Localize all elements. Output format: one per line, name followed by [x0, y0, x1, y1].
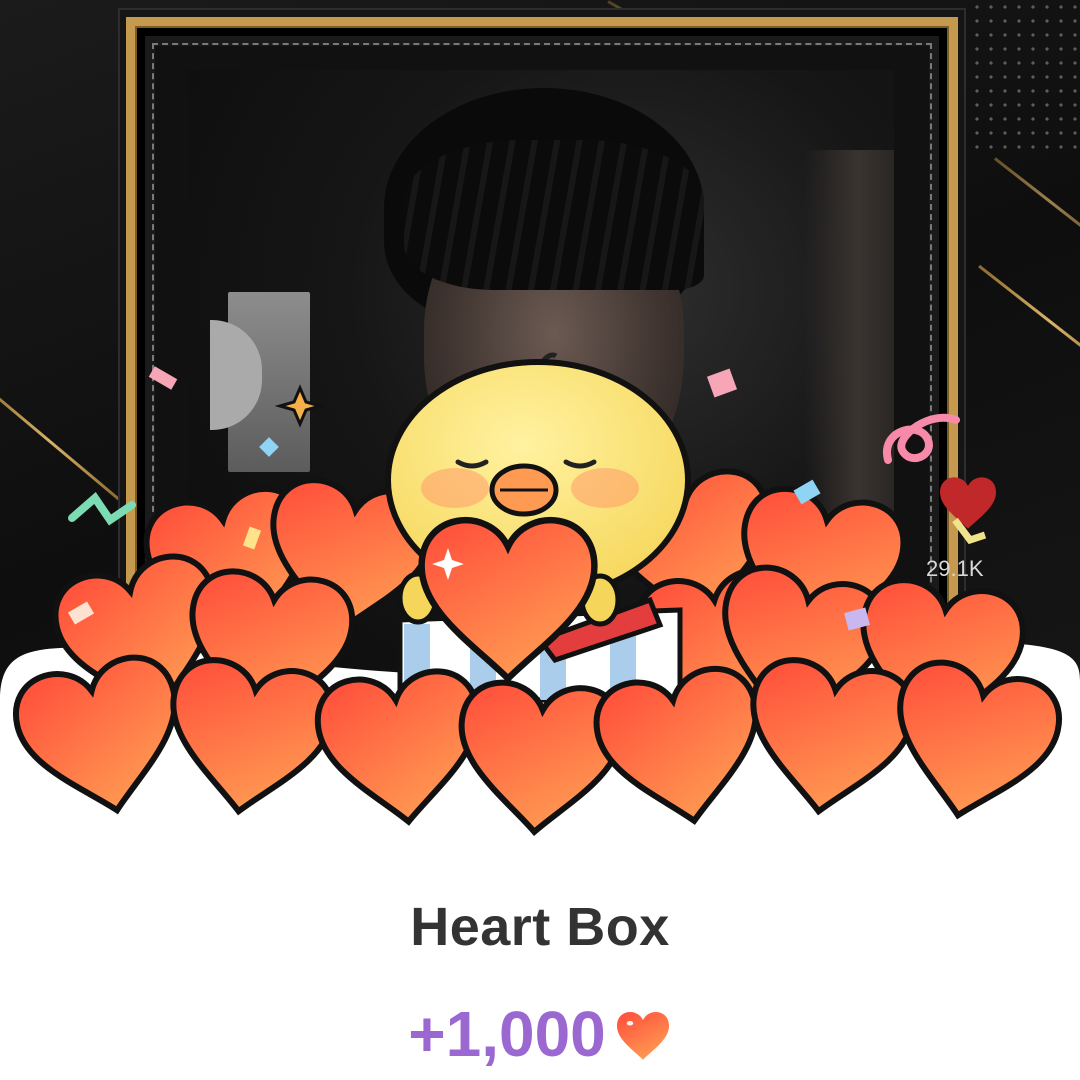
gift-name: Heart Box	[410, 897, 670, 957]
gift-value: +1,000	[408, 998, 606, 1070]
decor-stripe	[993, 157, 1080, 246]
decor-dots	[970, 0, 1080, 150]
gift-value-row: +1,000	[0, 994, 1080, 1074]
streamer-fringe	[404, 140, 704, 290]
heart-icon	[616, 1012, 669, 1060]
heart-box-gift-animation	[0, 352, 1080, 850]
like-heart-icon	[940, 477, 996, 545]
